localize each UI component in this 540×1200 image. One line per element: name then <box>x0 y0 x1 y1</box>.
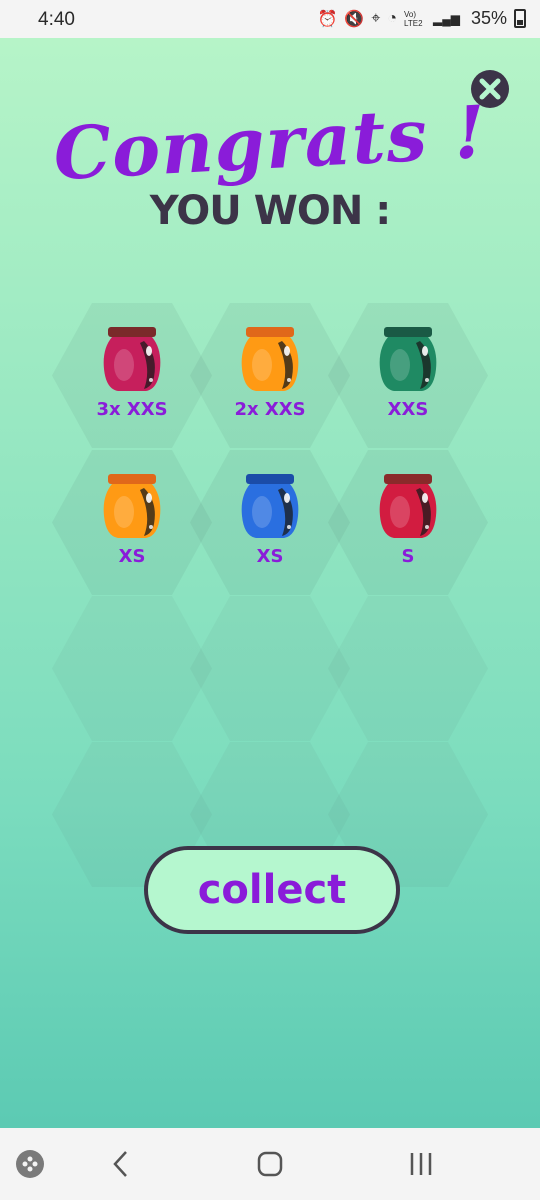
empty-hex-cell <box>190 596 350 741</box>
signal-icon: ▂▄▆ <box>433 11 460 26</box>
wifi-icon: ◔ <box>387 9 397 27</box>
prize-item: 2x XXS <box>190 303 350 448</box>
jar-icon <box>379 474 437 538</box>
battery-icon <box>514 9 526 28</box>
location-icon: ⌖ <box>371 9 381 27</box>
prize-item: S <box>328 450 488 595</box>
prize-item: XS <box>52 450 212 595</box>
status-icons: ⏰ 🔇 ⌖ ◔ Vo) LTE2 ▂▄▆ 35% <box>317 8 526 29</box>
game-launcher-icon[interactable] <box>14 1148 46 1180</box>
prize-item: XXS <box>328 303 488 448</box>
back-icon[interactable] <box>108 1146 132 1182</box>
popup-subtitle: YOU WON : <box>149 188 391 234</box>
recents-icon[interactable] <box>406 1146 436 1182</box>
jar-icon <box>103 474 161 538</box>
prize-label: S <box>401 546 415 567</box>
status-bar: 4:40 ⏰ 🔇 ⌖ ◔ Vo) LTE2 ▂▄▆ 35% <box>0 0 540 38</box>
jar-icon <box>379 327 437 391</box>
mute-icon: 🔇 <box>344 10 365 28</box>
prize-item: 3x XXS <box>52 303 212 448</box>
prize-label: XXS <box>387 399 429 420</box>
prize-item: XS <box>190 450 350 595</box>
prize-label: 2x XXS <box>234 399 306 420</box>
collect-button-label: collect <box>197 867 347 913</box>
battery-percentage: 35% <box>470 8 507 28</box>
collect-button[interactable]: collect <box>144 846 400 934</box>
alarm-icon: ⏰ <box>317 10 338 28</box>
reward-popup: Congrats ! YOU WON : 3x XXS 2x XXS XXS X… <box>0 38 540 1128</box>
empty-hex-cell <box>52 596 212 741</box>
jar-icon <box>241 327 299 391</box>
status-time: 4:40 <box>38 9 75 30</box>
prize-label: XS <box>118 546 146 567</box>
jar-icon <box>103 327 161 391</box>
volte-icon: Vo) LTE2 <box>404 9 423 28</box>
jar-icon <box>241 474 299 538</box>
prize-label: XS <box>256 546 284 567</box>
prize-label: 3x XXS <box>96 399 168 420</box>
navigation-bar <box>0 1128 540 1200</box>
empty-hex-cell <box>328 596 488 741</box>
home-icon[interactable] <box>255 1146 285 1182</box>
